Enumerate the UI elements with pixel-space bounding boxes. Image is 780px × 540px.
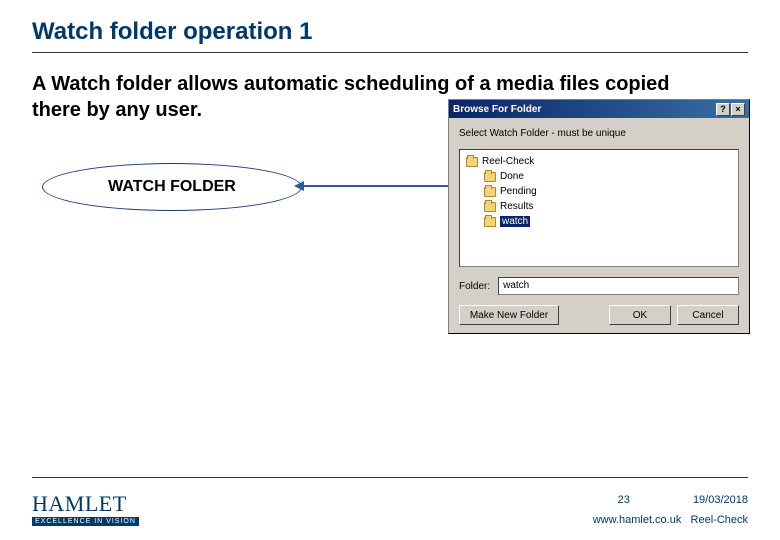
tree-item[interactable]: Done xyxy=(466,169,732,184)
slide-title: Watch folder operation 1 xyxy=(32,18,748,46)
callout-label: WATCH FOLDER xyxy=(108,178,236,196)
folder-icon xyxy=(484,172,496,182)
tree-item[interactable]: Pending xyxy=(466,184,732,199)
dialog-instruction: Select Watch Folder - must be unique xyxy=(459,128,739,139)
footer: HAMLET EXCELLENCE IN VISION 23 19/03/201… xyxy=(32,491,748,526)
help-button[interactable]: ? xyxy=(716,103,730,116)
logo-tagline: EXCELLENCE IN VISION xyxy=(32,517,139,526)
logo-text: HAMLET xyxy=(32,491,139,517)
tree-label: Done xyxy=(500,171,524,182)
tree-root[interactable]: Reel-Check xyxy=(466,154,732,169)
dialog-titlebar: Browse For Folder ? × xyxy=(449,100,749,118)
slide-date: 19/03/2018 xyxy=(693,494,748,506)
tree-item-selected[interactable]: watch xyxy=(466,214,732,229)
folder-icon xyxy=(484,187,496,197)
tree-item[interactable]: Results xyxy=(466,199,732,214)
footer-meta: 23 19/03/2018 www.hamlet.co.uk Reel-Chec… xyxy=(593,494,748,526)
watch-folder-callout: WATCH FOLDER xyxy=(42,163,302,211)
close-button[interactable]: × xyxy=(731,103,745,116)
folder-tree[interactable]: Reel-Check Done Pending Results watch xyxy=(459,149,739,267)
title-divider xyxy=(32,52,748,53)
make-new-folder-button[interactable]: Make New Folder xyxy=(459,305,559,325)
footer-url: www.hamlet.co.uk xyxy=(593,514,682,526)
tree-label: watch xyxy=(500,216,530,227)
cancel-button[interactable]: Cancel xyxy=(677,305,739,325)
folder-field-label: Folder: xyxy=(459,281,490,292)
tree-label: Pending xyxy=(500,186,537,197)
folder-field-input[interactable]: watch xyxy=(498,277,739,295)
footer-product: Reel-Check xyxy=(691,514,748,526)
logo: HAMLET EXCELLENCE IN VISION xyxy=(32,491,139,526)
content-area: WATCH FOLDER Browse For Folder ? × Selec… xyxy=(32,145,748,405)
footer-divider xyxy=(32,477,748,478)
folder-icon xyxy=(466,157,478,167)
page-number: 23 xyxy=(618,494,630,506)
tree-label: Reel-Check xyxy=(482,156,534,167)
ok-button[interactable]: OK xyxy=(609,305,671,325)
folder-icon xyxy=(484,202,496,212)
folder-icon xyxy=(484,217,496,227)
browse-folder-dialog: Browse For Folder ? × Select Watch Folde… xyxy=(448,99,750,334)
tree-label: Results xyxy=(500,201,533,212)
dialog-title: Browse For Folder xyxy=(453,104,541,115)
